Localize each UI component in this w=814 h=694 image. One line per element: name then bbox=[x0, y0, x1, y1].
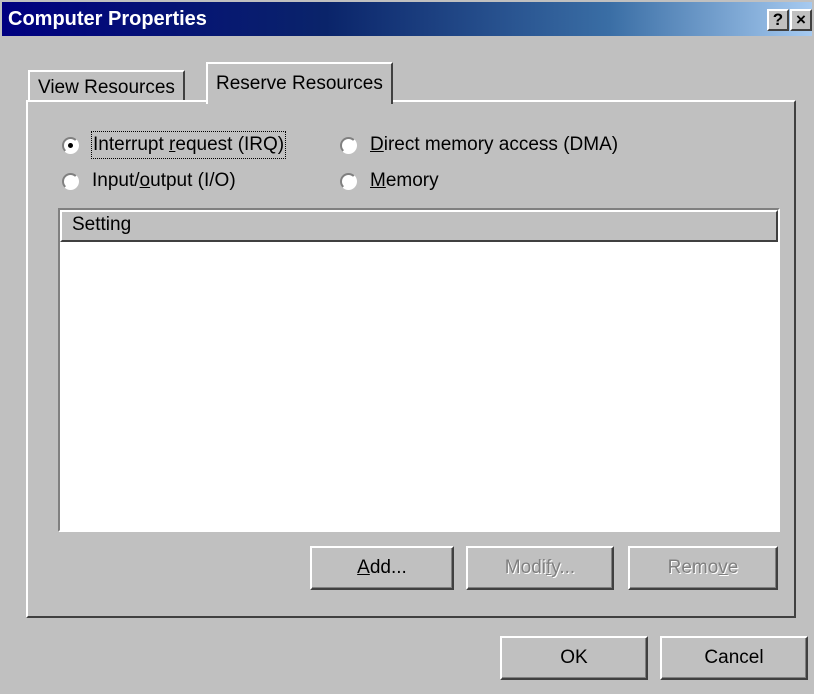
radio-dma-label[interactable]: Direct memory access (DMA) bbox=[370, 132, 618, 158]
ok-button[interactable]: OK bbox=[500, 636, 648, 680]
radio-memory-label-part2: emory bbox=[385, 170, 439, 191]
radio-irq-button[interactable] bbox=[62, 137, 79, 154]
radio-dma-label-part2: irect memory access (DMA) bbox=[383, 134, 619, 155]
radio-io-label-part2: utput (I/O) bbox=[150, 170, 236, 191]
remove-button-label-part2: e bbox=[727, 557, 739, 578]
remove-button-accel: v bbox=[718, 557, 728, 578]
radio-memory-accel: M bbox=[370, 170, 386, 191]
add-button-accel: A bbox=[357, 557, 370, 578]
remove-button[interactable]: Remove bbox=[628, 546, 778, 590]
radio-io-label[interactable]: Input/output (I/O) bbox=[92, 168, 236, 194]
cancel-button[interactable]: Cancel bbox=[660, 636, 808, 680]
window-title: Computer Properties bbox=[8, 8, 207, 30]
modify-button[interactable]: Modify... bbox=[466, 546, 614, 590]
tab-view-resources[interactable]: View Resources bbox=[28, 70, 185, 102]
modify-button-label-part1: Modi bbox=[504, 557, 546, 578]
radio-dma-button[interactable] bbox=[340, 137, 357, 154]
computer-properties-dialog: Computer Properties ? × View Resources R… bbox=[0, 0, 814, 694]
tab-view-resources-label: View Resources bbox=[38, 77, 175, 98]
radio-irq-label-part1: Interrupt bbox=[93, 134, 170, 155]
radio-io-button[interactable] bbox=[62, 173, 79, 190]
radio-memory-button[interactable] bbox=[340, 173, 357, 190]
radio-io-label-part1: Input/ bbox=[92, 170, 140, 191]
radio-io-accel: o bbox=[139, 170, 151, 191]
add-button-label-part2: dd... bbox=[369, 557, 407, 578]
column-header-setting-label: Setting bbox=[72, 214, 132, 235]
title-bar[interactable]: Computer Properties ? × bbox=[2, 2, 812, 36]
radio-irq-label[interactable]: Interrupt request (IRQ) bbox=[90, 131, 287, 159]
column-header-setting[interactable]: Setting bbox=[60, 210, 778, 242]
remove-button-label-part1: Remo bbox=[667, 557, 719, 578]
tab-reserve-resources-label: Reserve Resources bbox=[216, 73, 383, 94]
radio-memory-label[interactable]: Memory bbox=[370, 168, 439, 194]
radio-irq-dot bbox=[68, 143, 73, 148]
settings-list[interactable]: Setting bbox=[58, 208, 780, 532]
modify-button-label-part2: y... bbox=[551, 557, 576, 578]
radio-irq-label-part2: equest (IRQ) bbox=[175, 134, 285, 155]
add-button[interactable]: Add... bbox=[310, 546, 454, 590]
help-button[interactable]: ? bbox=[767, 9, 789, 31]
tab-reserve-resources[interactable]: Reserve Resources bbox=[206, 62, 393, 104]
close-button[interactable]: × bbox=[790, 9, 812, 31]
radio-dma-accel: D bbox=[370, 134, 384, 155]
